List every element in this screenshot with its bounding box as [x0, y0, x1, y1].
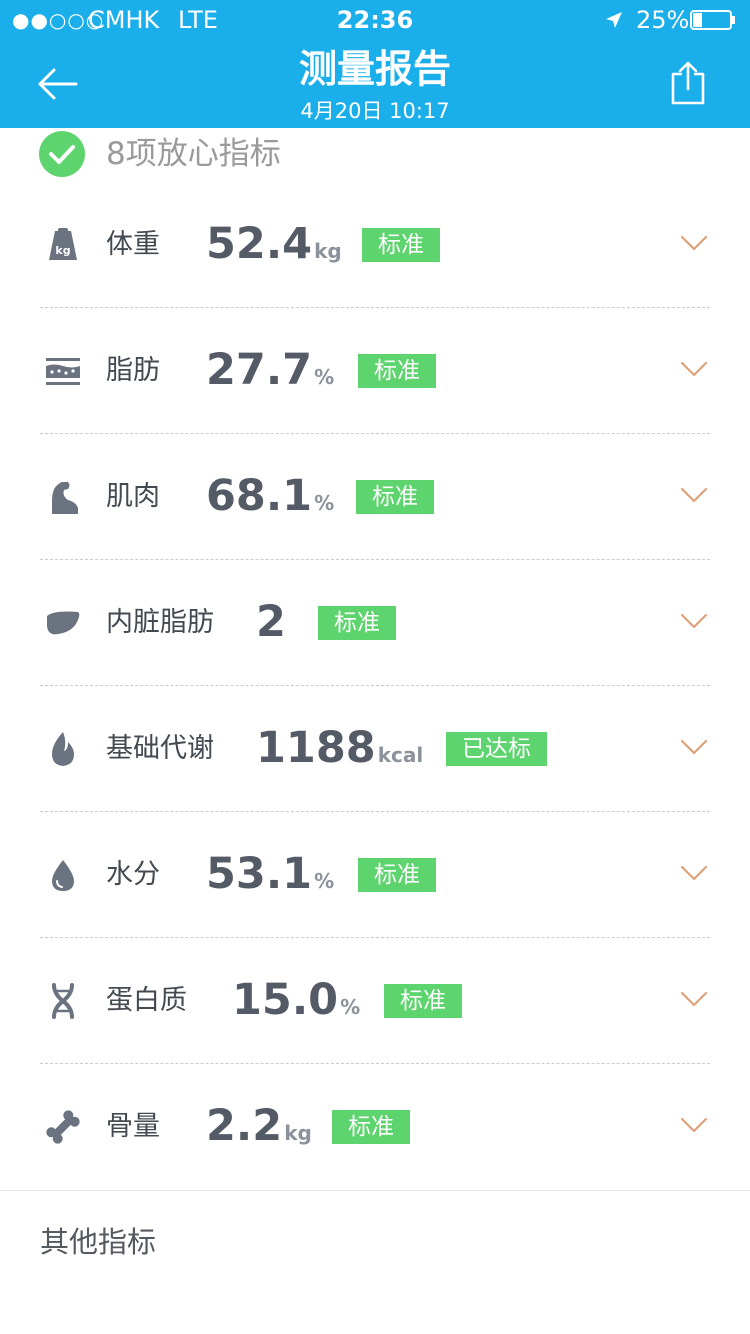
- metric-label: 体重: [106, 229, 160, 260]
- metric-list: kg 体重 52.4 kg 标准 脂肪 27.7% 标准 肌肉 68.1% 标准 内脏脂肪 2 标准 基础代…: [0, 182, 750, 1190]
- metric-unit: %: [314, 491, 335, 515]
- section-divider: [0, 1190, 750, 1191]
- status-badge: 标准: [384, 984, 462, 1018]
- water-drop-icon: [52, 860, 74, 891]
- muscle-arm-icon: [52, 482, 78, 514]
- status-badge: 标准: [358, 858, 436, 892]
- metric-row[interactable]: 骨量 2.2 kg 标准: [0, 1064, 750, 1190]
- other-metrics-title: 其他指标: [40, 1225, 157, 1259]
- metric-unit: kg: [314, 239, 342, 263]
- metric-unit: kg: [284, 1121, 312, 1145]
- metric-value: 52.4: [206, 219, 313, 269]
- status-badge: 标准: [358, 354, 436, 388]
- metric-unit: %: [314, 869, 335, 893]
- metric-row[interactable]: kg 体重 52.4 kg 标准: [0, 182, 750, 308]
- metric-unit: %: [340, 995, 361, 1019]
- dna-icon: [52, 983, 74, 1019]
- metric-label: 脂肪: [106, 355, 160, 386]
- share-icon[interactable]: [668, 60, 708, 106]
- chevron-down-icon[interactable]: [680, 234, 708, 252]
- bone-icon: [46, 1110, 80, 1144]
- status-badge: 标准: [356, 480, 434, 514]
- metric-label: 水分: [106, 859, 160, 890]
- metric-label: 肌肉: [106, 481, 160, 512]
- metric-value-group: 2: [256, 596, 286, 657]
- check-circle-icon: [39, 131, 85, 177]
- metric-value-group: 27.7%: [206, 344, 334, 405]
- metric-value-group: 53.1%: [206, 848, 334, 909]
- metric-label: 蛋白质: [106, 985, 187, 1016]
- battery-icon: [690, 10, 735, 30]
- metric-value-group: 15.0%: [232, 974, 360, 1035]
- metric-value: 2.2: [206, 1101, 283, 1151]
- metric-value-group: 2.2 kg: [206, 1100, 312, 1161]
- chevron-down-icon[interactable]: [680, 1116, 708, 1134]
- flame-icon: [52, 732, 74, 766]
- svg-text:kg: kg: [55, 244, 70, 257]
- chevron-down-icon[interactable]: [680, 360, 708, 378]
- metric-unit: kcal: [377, 743, 424, 767]
- metric-row[interactable]: 基础代谢 1188 kcal 已达标: [0, 686, 750, 812]
- metric-value-group: 68.1%: [206, 470, 334, 531]
- chevron-down-icon[interactable]: [680, 612, 708, 630]
- status-badge: 标准: [362, 228, 440, 262]
- metric-row[interactable]: 水分 53.1% 标准: [0, 812, 750, 938]
- metric-value-group: 1188 kcal: [256, 722, 423, 783]
- metric-row[interactable]: 脂肪 27.7% 标准: [0, 308, 750, 434]
- scale-kg-icon: kg: [49, 228, 77, 260]
- metric-unit: %: [314, 365, 335, 389]
- metric-value-group: 52.4 kg: [206, 218, 342, 279]
- metric-row[interactable]: 肌肉 68.1% 标准: [0, 434, 750, 560]
- metric-value: 1188: [256, 723, 376, 773]
- status-badge: 标准: [332, 1110, 410, 1144]
- fat-layer-icon: [46, 358, 80, 385]
- page-title: 测量报告: [298, 47, 451, 91]
- metric-value: 27.7: [206, 345, 313, 395]
- battery-percent: 25%: [636, 6, 690, 34]
- chevron-down-icon[interactable]: [680, 738, 708, 756]
- status-bar: ●●○○○ CMHK LTE 22:36 25%: [0, 0, 750, 40]
- summary-text: 8项放心指标: [106, 136, 281, 172]
- chevron-down-icon[interactable]: [680, 990, 708, 1008]
- metric-row[interactable]: 蛋白质 15.0% 标准: [0, 938, 750, 1064]
- status-badge: 标准: [318, 606, 396, 640]
- metric-value: 15.0: [232, 975, 339, 1025]
- organ-icon: [47, 611, 80, 635]
- status-badge: 已达标: [446, 732, 547, 766]
- metric-label: 骨量: [106, 1111, 160, 1142]
- measurement-datetime: 4月20日 10:17: [300, 99, 450, 123]
- metric-label: 内脏脂肪: [106, 607, 214, 638]
- metric-value: 68.1: [206, 471, 313, 521]
- metric-value: 53.1: [206, 849, 313, 899]
- metric-value: 2: [256, 597, 286, 647]
- app-header: ●●○○○ CMHK LTE 22:36 25% 测量报告 4月20日 10:1…: [0, 0, 750, 128]
- metric-label: 基础代谢: [106, 733, 214, 764]
- location-arrow-icon: [606, 12, 622, 28]
- chevron-down-icon[interactable]: [680, 486, 708, 504]
- metric-row[interactable]: 内脏脂肪 2 标准: [0, 560, 750, 686]
- chevron-down-icon[interactable]: [680, 864, 708, 882]
